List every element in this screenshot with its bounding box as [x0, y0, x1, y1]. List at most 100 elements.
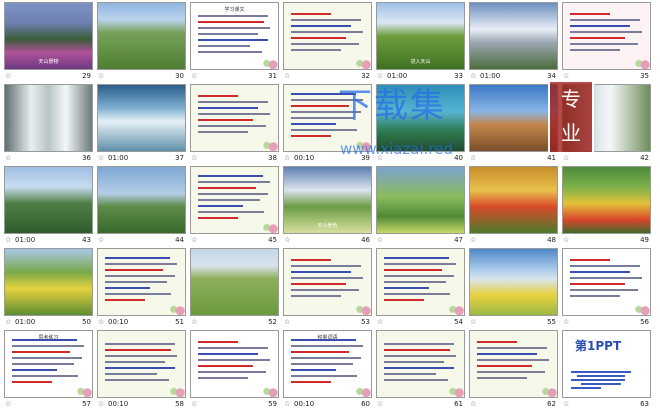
slide-preview[interactable] — [4, 248, 93, 316]
slide-thumbnail[interactable]: 积累词语 ☆ 00:10 60 — [283, 330, 372, 411]
slide-thumbnail[interactable]: ☆ 32 — [283, 2, 372, 83]
slide-thumbnail[interactable]: ☆ 35 — [562, 2, 651, 83]
slide-thumbnail[interactable]: ☆ 56 — [562, 248, 651, 329]
transition-icon[interactable]: ☆ — [5, 236, 11, 244]
slide-thumbnail[interactable]: ☆ 40 — [376, 84, 465, 165]
slide-preview[interactable]: 思考练习 — [4, 330, 93, 398]
slide-preview[interactable] — [190, 330, 279, 398]
transition-icon[interactable]: ☆ — [191, 72, 197, 80]
transition-icon[interactable]: ☆ — [98, 318, 104, 326]
slide-thumbnail[interactable]: ☆ 36 — [4, 84, 93, 165]
transition-icon[interactable]: ☆ — [5, 400, 11, 408]
slide-thumbnail[interactable]: 进入天山 ☆ 01:00 33 — [376, 2, 465, 83]
slide-thumbnail[interactable]: ☆ 54 — [376, 248, 465, 329]
slide-preview[interactable] — [469, 2, 558, 70]
slide-thumbnail[interactable]: ☆ 49 — [562, 166, 651, 247]
transition-icon[interactable]: ☆ — [191, 236, 197, 244]
slide-preview[interactable] — [562, 166, 651, 234]
transition-icon[interactable]: ☆ — [5, 318, 11, 326]
transition-icon[interactable]: ☆ — [377, 236, 383, 244]
slide-preview[interactable] — [376, 248, 465, 316]
slide-preview[interactable] — [376, 330, 465, 398]
slide-thumbnail[interactable]: ☆ 30 — [97, 2, 186, 83]
slide-thumbnail[interactable]: 天山景物 ☆ 29 — [4, 2, 93, 83]
slide-thumbnail[interactable]: ☆ 01:00 37 — [97, 84, 186, 165]
slide-thumbnail[interactable]: ☆ 62 — [469, 330, 558, 411]
transition-icon[interactable]: ☆ — [470, 154, 476, 162]
transition-icon[interactable]: ☆ — [377, 154, 383, 162]
slide-preview[interactable] — [376, 166, 465, 234]
slide-preview[interactable] — [562, 2, 651, 70]
slide-preview[interactable]: 第1PPT — [562, 330, 651, 398]
slide-preview[interactable] — [283, 248, 372, 316]
transition-icon[interactable]: ☆ — [191, 154, 197, 162]
transition-icon[interactable]: ☆ — [5, 72, 11, 80]
transition-icon[interactable]: ☆ — [377, 400, 383, 408]
slide-preview[interactable]: 进入天山 — [376, 2, 465, 70]
slide-preview[interactable]: 学习课文 — [190, 2, 279, 70]
transition-icon[interactable]: ☆ — [284, 318, 290, 326]
slide-thumbnail[interactable]: ☆ 48 — [469, 166, 558, 247]
slide-preview[interactable]: 天山景色 — [283, 166, 372, 234]
slide-preview[interactable] — [562, 84, 651, 152]
slide-preview[interactable] — [97, 2, 186, 70]
transition-icon[interactable]: ☆ — [470, 400, 476, 408]
slide-thumbnail[interactable]: ☆ 55 — [469, 248, 558, 329]
transition-icon[interactable]: ☆ — [191, 318, 197, 326]
slide-thumbnail[interactable]: ☆ 53 — [283, 248, 372, 329]
transition-icon[interactable]: ☆ — [284, 72, 290, 80]
transition-icon[interactable]: ☆ — [284, 236, 290, 244]
transition-icon[interactable]: ☆ — [284, 400, 290, 408]
transition-icon[interactable]: ☆ — [191, 400, 197, 408]
slide-preview[interactable] — [97, 84, 186, 152]
slide-preview[interactable] — [97, 330, 186, 398]
slide-preview[interactable] — [469, 248, 558, 316]
slide-preview[interactable] — [562, 248, 651, 316]
transition-icon[interactable]: ☆ — [98, 236, 104, 244]
slide-thumbnail[interactable]: 思考练习 ☆ 57 — [4, 330, 93, 411]
slide-thumbnail[interactable]: ☆ 44 — [97, 166, 186, 247]
transition-icon[interactable]: ☆ — [98, 154, 104, 162]
slide-preview[interactable] — [190, 248, 279, 316]
transition-icon[interactable]: ☆ — [377, 318, 383, 326]
slide-thumbnail[interactable]: ☆ 38 — [190, 84, 279, 165]
slide-thumbnail[interactable]: ☆ 47 — [376, 166, 465, 247]
slide-preview[interactable] — [283, 2, 372, 70]
slide-thumbnail[interactable]: ☆ 45 — [190, 166, 279, 247]
slide-preview[interactable] — [376, 84, 465, 152]
transition-icon[interactable]: ☆ — [98, 400, 104, 408]
slide-preview[interactable] — [97, 166, 186, 234]
slide-preview[interactable] — [469, 84, 558, 152]
transition-icon[interactable]: ☆ — [563, 400, 569, 408]
slide-preview[interactable] — [190, 166, 279, 234]
slide-thumbnail[interactable]: ☆ 59 — [190, 330, 279, 411]
slide-thumbnail[interactable]: 第1PPT ☆ 63 — [562, 330, 651, 411]
transition-icon[interactable]: ☆ — [470, 72, 476, 80]
transition-icon[interactable]: ☆ — [377, 72, 383, 80]
slide-thumbnail[interactable]: 天山景色 ☆ 46 — [283, 166, 372, 247]
transition-icon[interactable]: ☆ — [98, 72, 104, 80]
slide-preview[interactable]: 积累词语 — [283, 330, 372, 398]
slide-thumbnail[interactable]: ☆ 01:00 34 — [469, 2, 558, 83]
transition-icon[interactable]: ☆ — [563, 236, 569, 244]
transition-icon[interactable]: ☆ — [563, 72, 569, 80]
slide-preview[interactable]: 天山景物 — [4, 2, 93, 70]
slide-preview[interactable] — [469, 330, 558, 398]
slide-preview[interactable] — [4, 84, 93, 152]
transition-icon[interactable]: ☆ — [470, 236, 476, 244]
slide-thumbnail[interactable]: ☆ 00:10 51 — [97, 248, 186, 329]
slide-thumbnail[interactable]: 学习课文 ☆ 31 — [190, 2, 279, 83]
slide-thumbnail[interactable]: ☆ 00:10 58 — [97, 330, 186, 411]
slide-preview[interactable] — [190, 84, 279, 152]
transition-icon[interactable]: ☆ — [284, 154, 290, 162]
slide-thumbnail[interactable]: ☆ 52 — [190, 248, 279, 329]
slide-thumbnail[interactable]: ☆ 01:00 50 — [4, 248, 93, 329]
slide-preview[interactable] — [469, 166, 558, 234]
slide-thumbnail[interactable]: ☆ 41 — [469, 84, 558, 165]
transition-icon[interactable]: ☆ — [563, 154, 569, 162]
transition-icon[interactable]: ☆ — [470, 318, 476, 326]
transition-icon[interactable]: ☆ — [5, 154, 11, 162]
slide-thumbnail[interactable]: ☆ 61 — [376, 330, 465, 411]
slide-thumbnail[interactable]: ☆ 42 — [562, 84, 651, 165]
transition-icon[interactable]: ☆ — [563, 318, 569, 326]
